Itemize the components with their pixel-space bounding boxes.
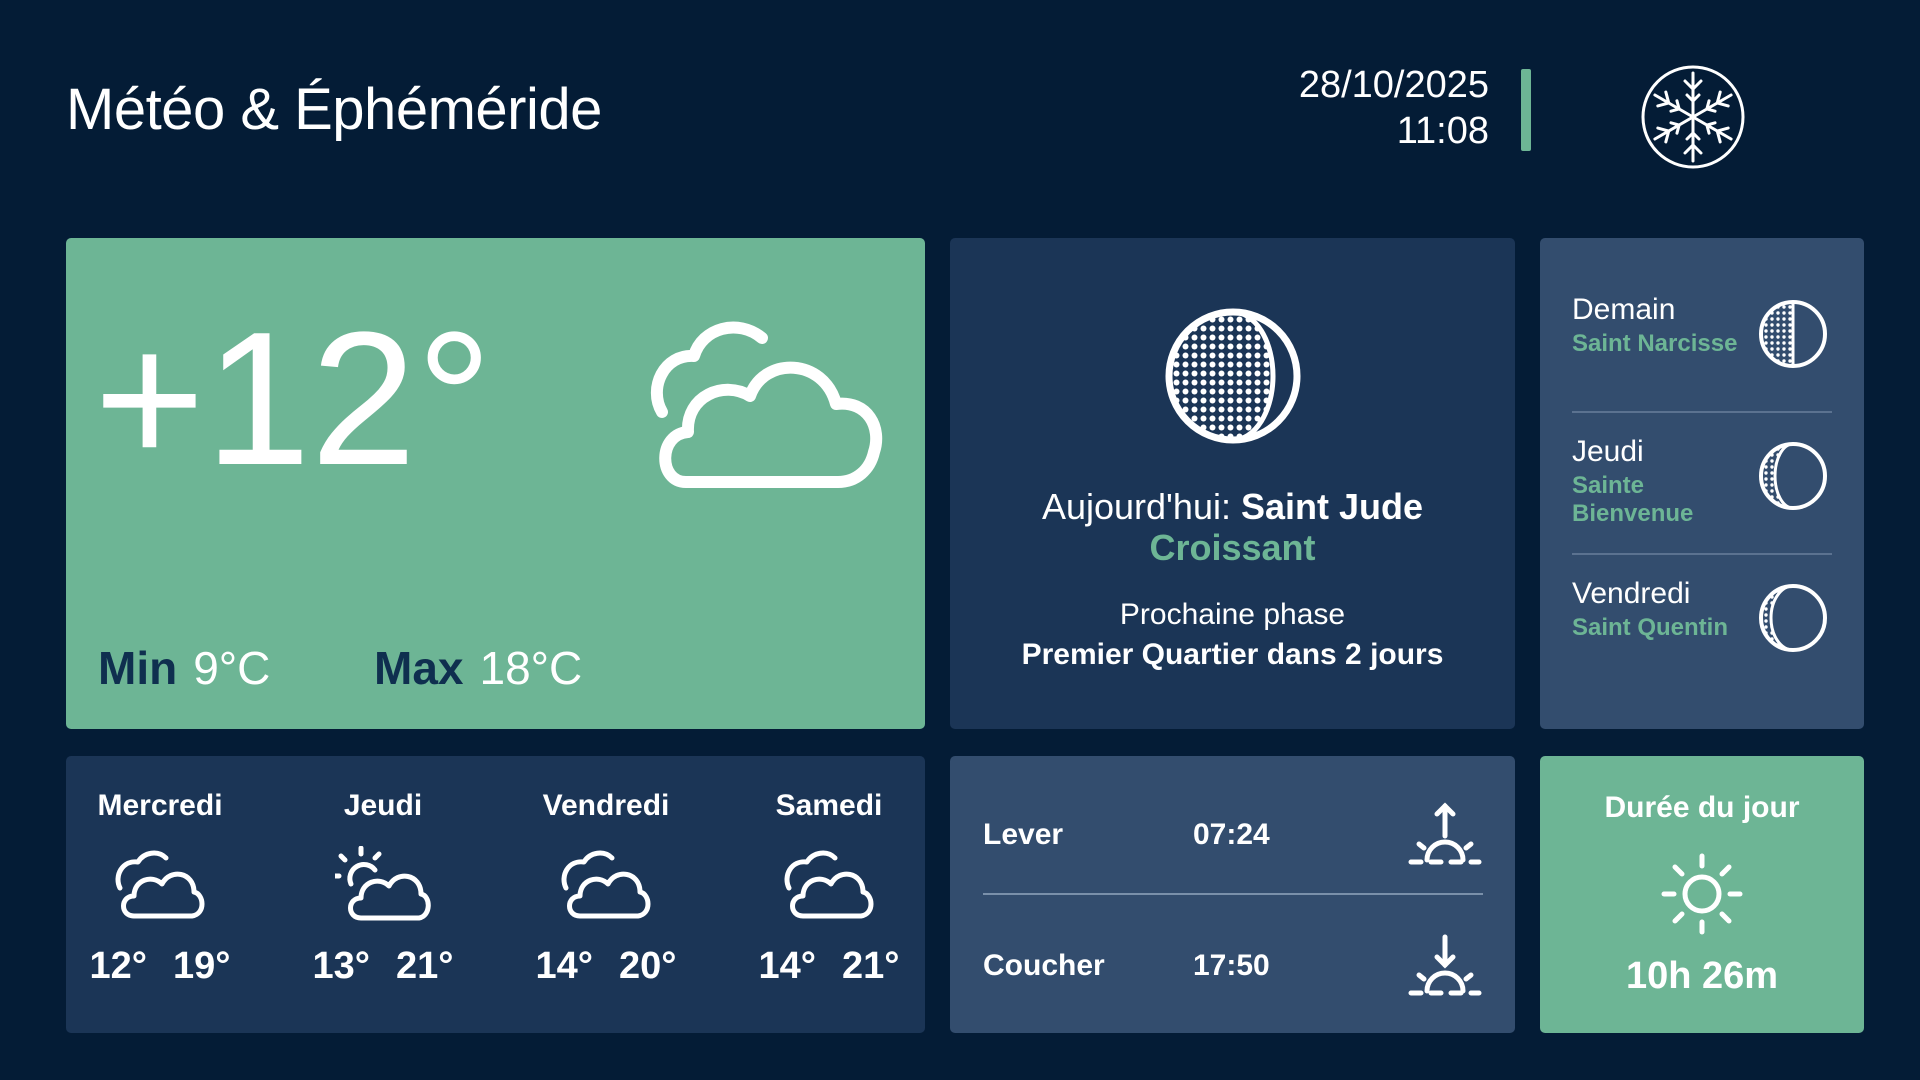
day-length-label: Durée du jour (1604, 791, 1800, 824)
max-label: Max (374, 642, 464, 694)
forecast-day: Mercredi 12° 19° (66, 788, 260, 988)
current-moon-phase: Croissant (1149, 527, 1316, 568)
forecast-min: 14° (758, 945, 816, 987)
upcoming-day: Vendredi (1572, 577, 1691, 610)
header-accent-bar (1521, 69, 1531, 151)
current-temperature: +12° (94, 293, 493, 505)
sunset-time: 17:50 (1193, 949, 1270, 982)
forecast-temps: 14° 21° (729, 944, 925, 988)
divider (983, 893, 1483, 895)
forecast-day-name: Jeudi (343, 789, 423, 822)
sun-times-card: Lever 07:24 Coucher 17:50 (950, 756, 1515, 1033)
day-length-value: 10h 26m (1625, 955, 1779, 997)
page-title: Météo & Éphéméride (66, 77, 602, 142)
day-length-card: Durée du jour 10h 26m (1540, 756, 1864, 1033)
partly-cloudy-icon (651, 321, 883, 488)
forecast-temps: 14° 20° (506, 944, 706, 988)
today-saint-line: Aujourd'hui: Saint Jude (950, 486, 1515, 528)
upcoming-saint: Sainte Bienvenue (1572, 472, 1694, 527)
upcoming-saints-card: Demain Saint Narcisse Jeudi Sainte Bienv… (1540, 238, 1864, 729)
next-phase-label: Prochaine phase (1119, 598, 1346, 631)
sunset-row: Coucher 17:50 (983, 934, 1483, 999)
list-item: Vendredi Saint Quentin (1572, 576, 1836, 716)
forecast-day: Vendredi 14° 20° (506, 788, 706, 988)
today-prefix: Aujourd'hui: (1041, 486, 1241, 527)
forecast-day-name: Samedi (775, 789, 883, 822)
sunrise-row: Lever 07:24 (983, 802, 1483, 868)
weather-dashboard: Météo & Éphéméride 28/10/2025 11:08 +12° (0, 0, 1920, 1080)
sunset-label: Coucher (983, 949, 1105, 982)
current-weather-card: +12° Min 9°C Max 18°C (66, 238, 925, 729)
sun-cloud-icon (335, 846, 431, 921)
divider (1572, 411, 1832, 413)
cloudy-icon (784, 850, 874, 919)
forecast-day: Jeudi 13° 21° (283, 788, 483, 988)
upcoming-day: Demain (1572, 293, 1676, 326)
forecast-day-name: Vendredi (542, 789, 670, 822)
upcoming-saint: Saint Narcisse (1572, 330, 1738, 357)
forecast-temps: 12° 19° (66, 944, 260, 988)
forecast-card: Mercredi 12° 19° Jeudi 13° 21° Vendredi … (66, 756, 925, 1033)
forecast-max: 20° (619, 945, 677, 987)
upcoming-day: Jeudi (1572, 435, 1644, 468)
min-temperature: Min 9°C (98, 638, 270, 698)
sunrise-time: 07:24 (1193, 818, 1270, 851)
forecast-max: 21° (396, 945, 454, 987)
cloudy-icon (115, 850, 205, 919)
max-temperature: Max 18°C (374, 638, 582, 698)
moon-today-card: Aujourd'hui: Saint Jude Croissant Procha… (950, 238, 1515, 729)
sun-icon (1661, 853, 1743, 935)
next-phase-value: Premier Quartier dans 2 jours (1021, 638, 1444, 671)
sunrise-label: Lever (983, 818, 1064, 851)
divider (1572, 553, 1832, 555)
moon-phase-icon (1759, 300, 1827, 368)
date-time: 28/10/2025 11:08 (1299, 62, 1489, 154)
current-date: 28/10/2025 (1298, 64, 1489, 106)
today-saint: Saint Jude (1240, 486, 1424, 527)
current-time: 11:08 (1396, 110, 1489, 152)
sunrise-icon (1408, 802, 1482, 865)
forecast-max: 21° (842, 945, 900, 987)
forecast-day-name: Mercredi (97, 789, 223, 822)
moon-phase-icon (1759, 442, 1827, 510)
forecast-min: 12° (89, 945, 147, 987)
min-value: 9°C (193, 642, 271, 694)
forecast-day: Samedi 14° 21° (729, 788, 925, 988)
moon-phase-icon (1759, 584, 1827, 652)
moon-phase-icon (1165, 308, 1301, 444)
max-value: 18°C (479, 642, 583, 694)
sunset-icon (1408, 934, 1482, 996)
forecast-max: 19° (173, 945, 231, 987)
forecast-min: 13° (312, 945, 370, 987)
forecast-min: 14° (535, 945, 593, 987)
min-label: Min (98, 642, 178, 694)
forecast-temps: 13° 21° (283, 944, 483, 988)
snowflake-icon[interactable] (1640, 64, 1746, 170)
upcoming-saint: Saint Quentin (1572, 614, 1728, 641)
cloudy-icon (561, 850, 651, 919)
